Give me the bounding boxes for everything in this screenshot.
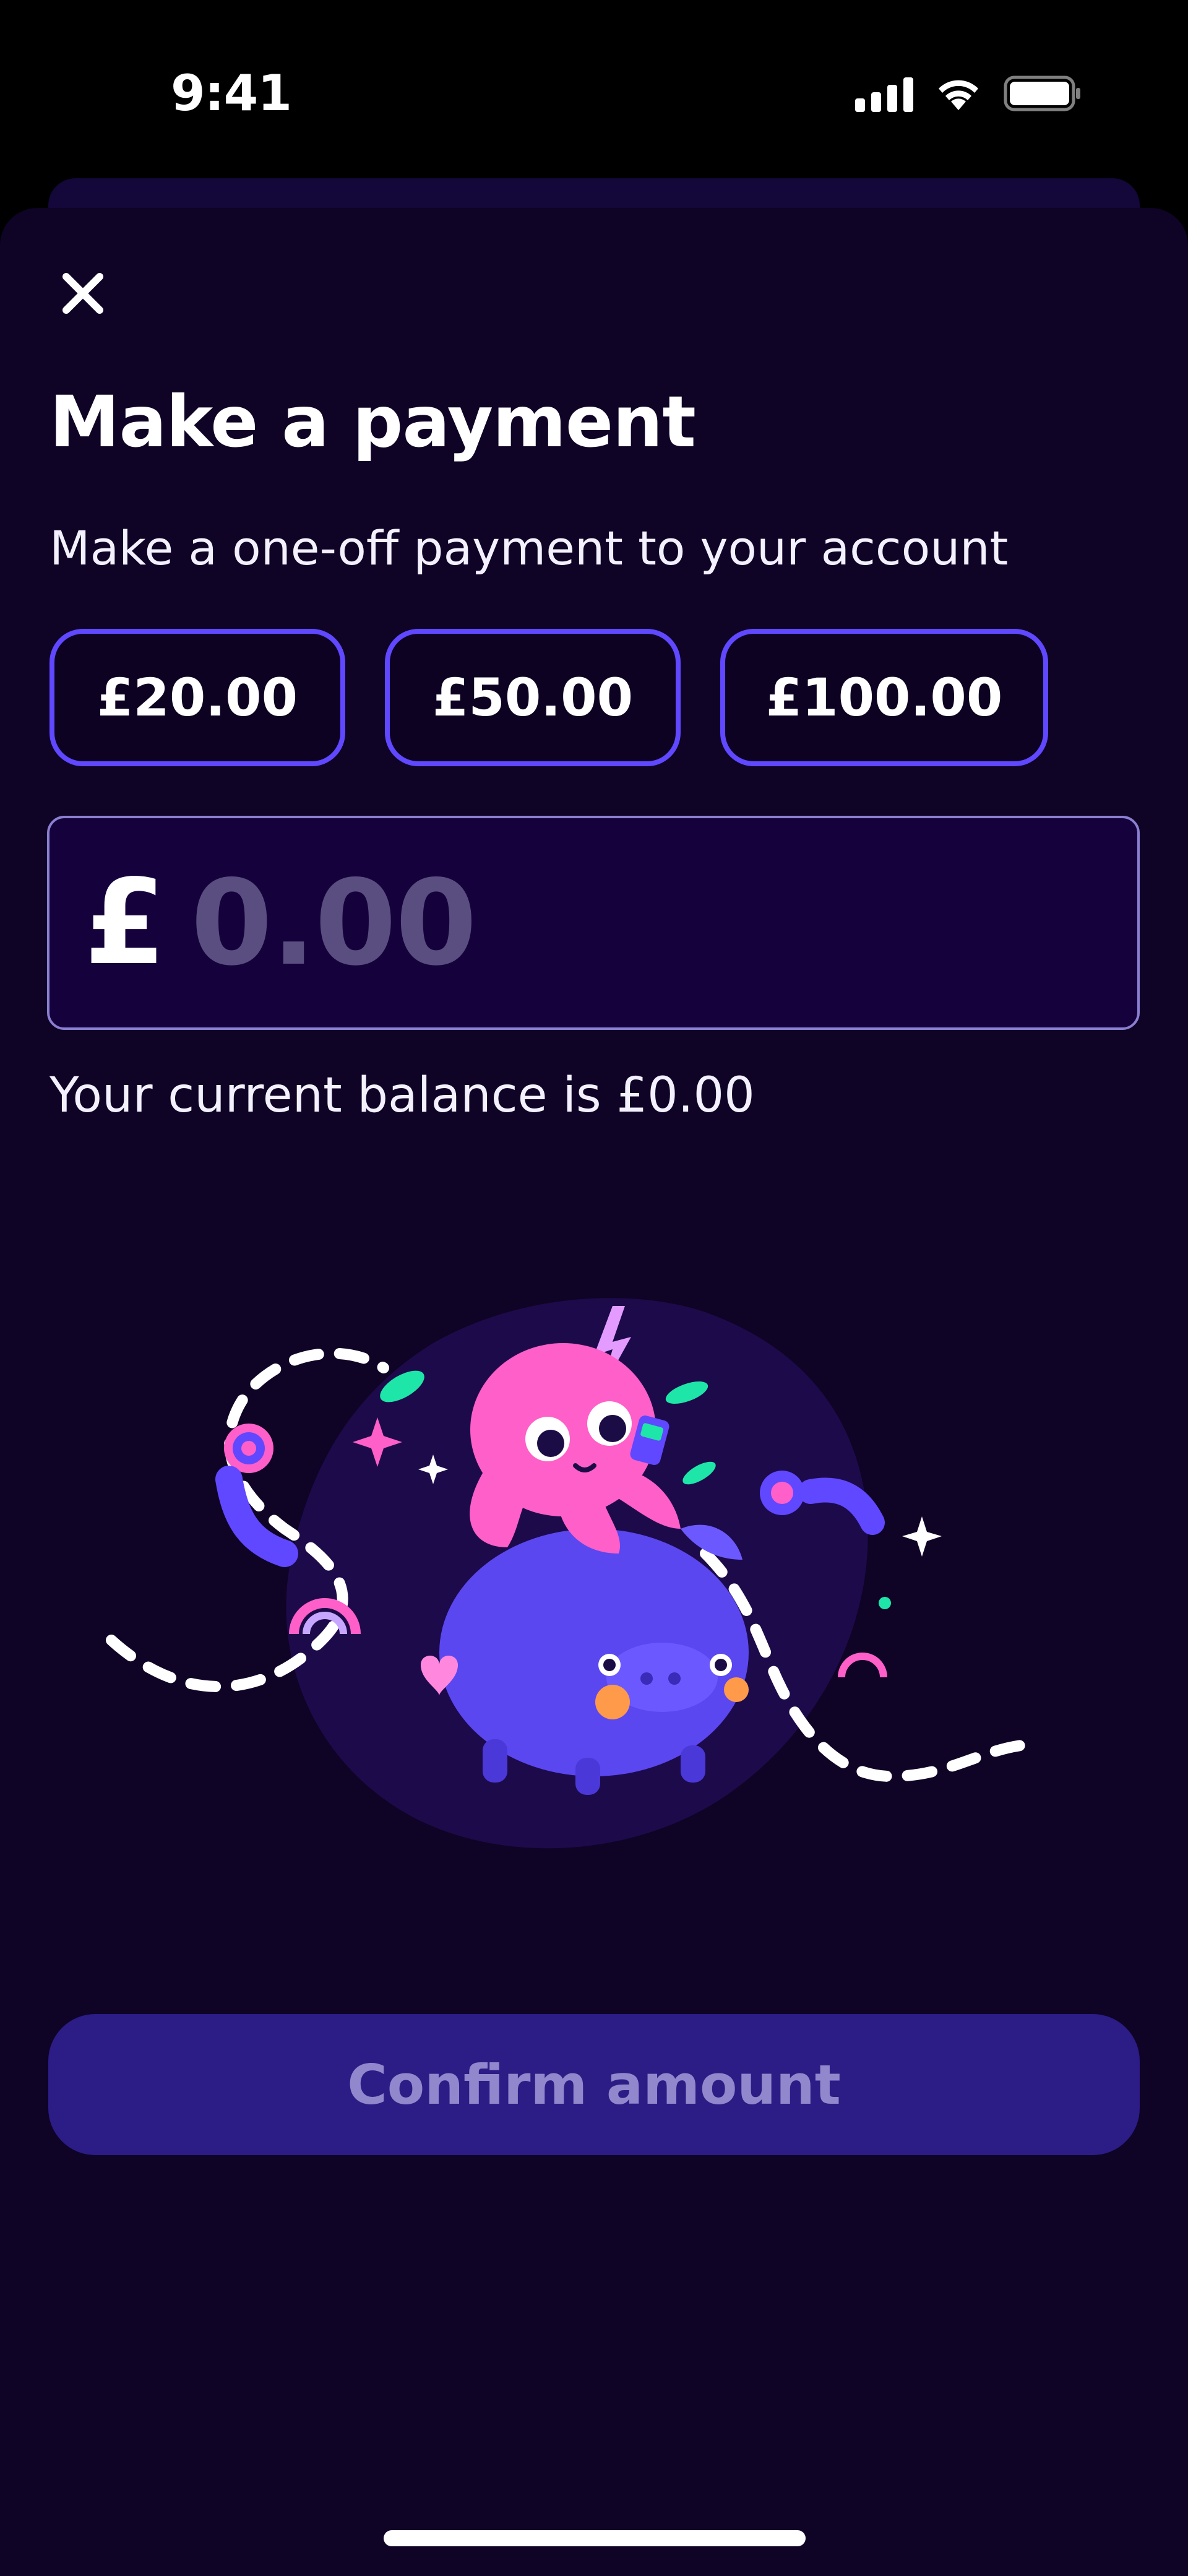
quick-amounts: £20.00 £50.00 £100.00 xyxy=(50,629,1048,766)
amount-field[interactable]: £ xyxy=(47,816,1140,1030)
wifi-icon xyxy=(939,80,978,110)
status-bar: 9:41 xyxy=(0,0,1188,186)
status-time: 9:41 xyxy=(171,64,292,122)
page-subtitle: Make a one-off payment to your account xyxy=(50,521,1009,576)
quick-amount-50-button[interactable]: £50.00 xyxy=(385,629,681,766)
home-indicator[interactable] xyxy=(384,2530,806,2546)
close-icon xyxy=(62,273,103,314)
quick-amount-20-button[interactable]: £20.00 xyxy=(50,629,345,766)
page-title: Make a payment xyxy=(50,381,696,463)
cellular-signal-icon xyxy=(855,75,913,112)
quick-amount-100-button[interactable]: £100.00 xyxy=(720,629,1048,766)
close-button[interactable] xyxy=(57,267,109,319)
amount-input[interactable] xyxy=(191,855,996,991)
currency-symbol: £ xyxy=(84,854,166,991)
status-icons xyxy=(855,72,1083,115)
confirm-amount-button[interactable]: Confirm amount xyxy=(48,2014,1140,2155)
current-balance-text: Your current balance is £0.00 xyxy=(50,1068,755,1123)
battery-icon xyxy=(1004,76,1080,111)
octopus-piggy-bank-illustration xyxy=(106,1298,1027,1849)
